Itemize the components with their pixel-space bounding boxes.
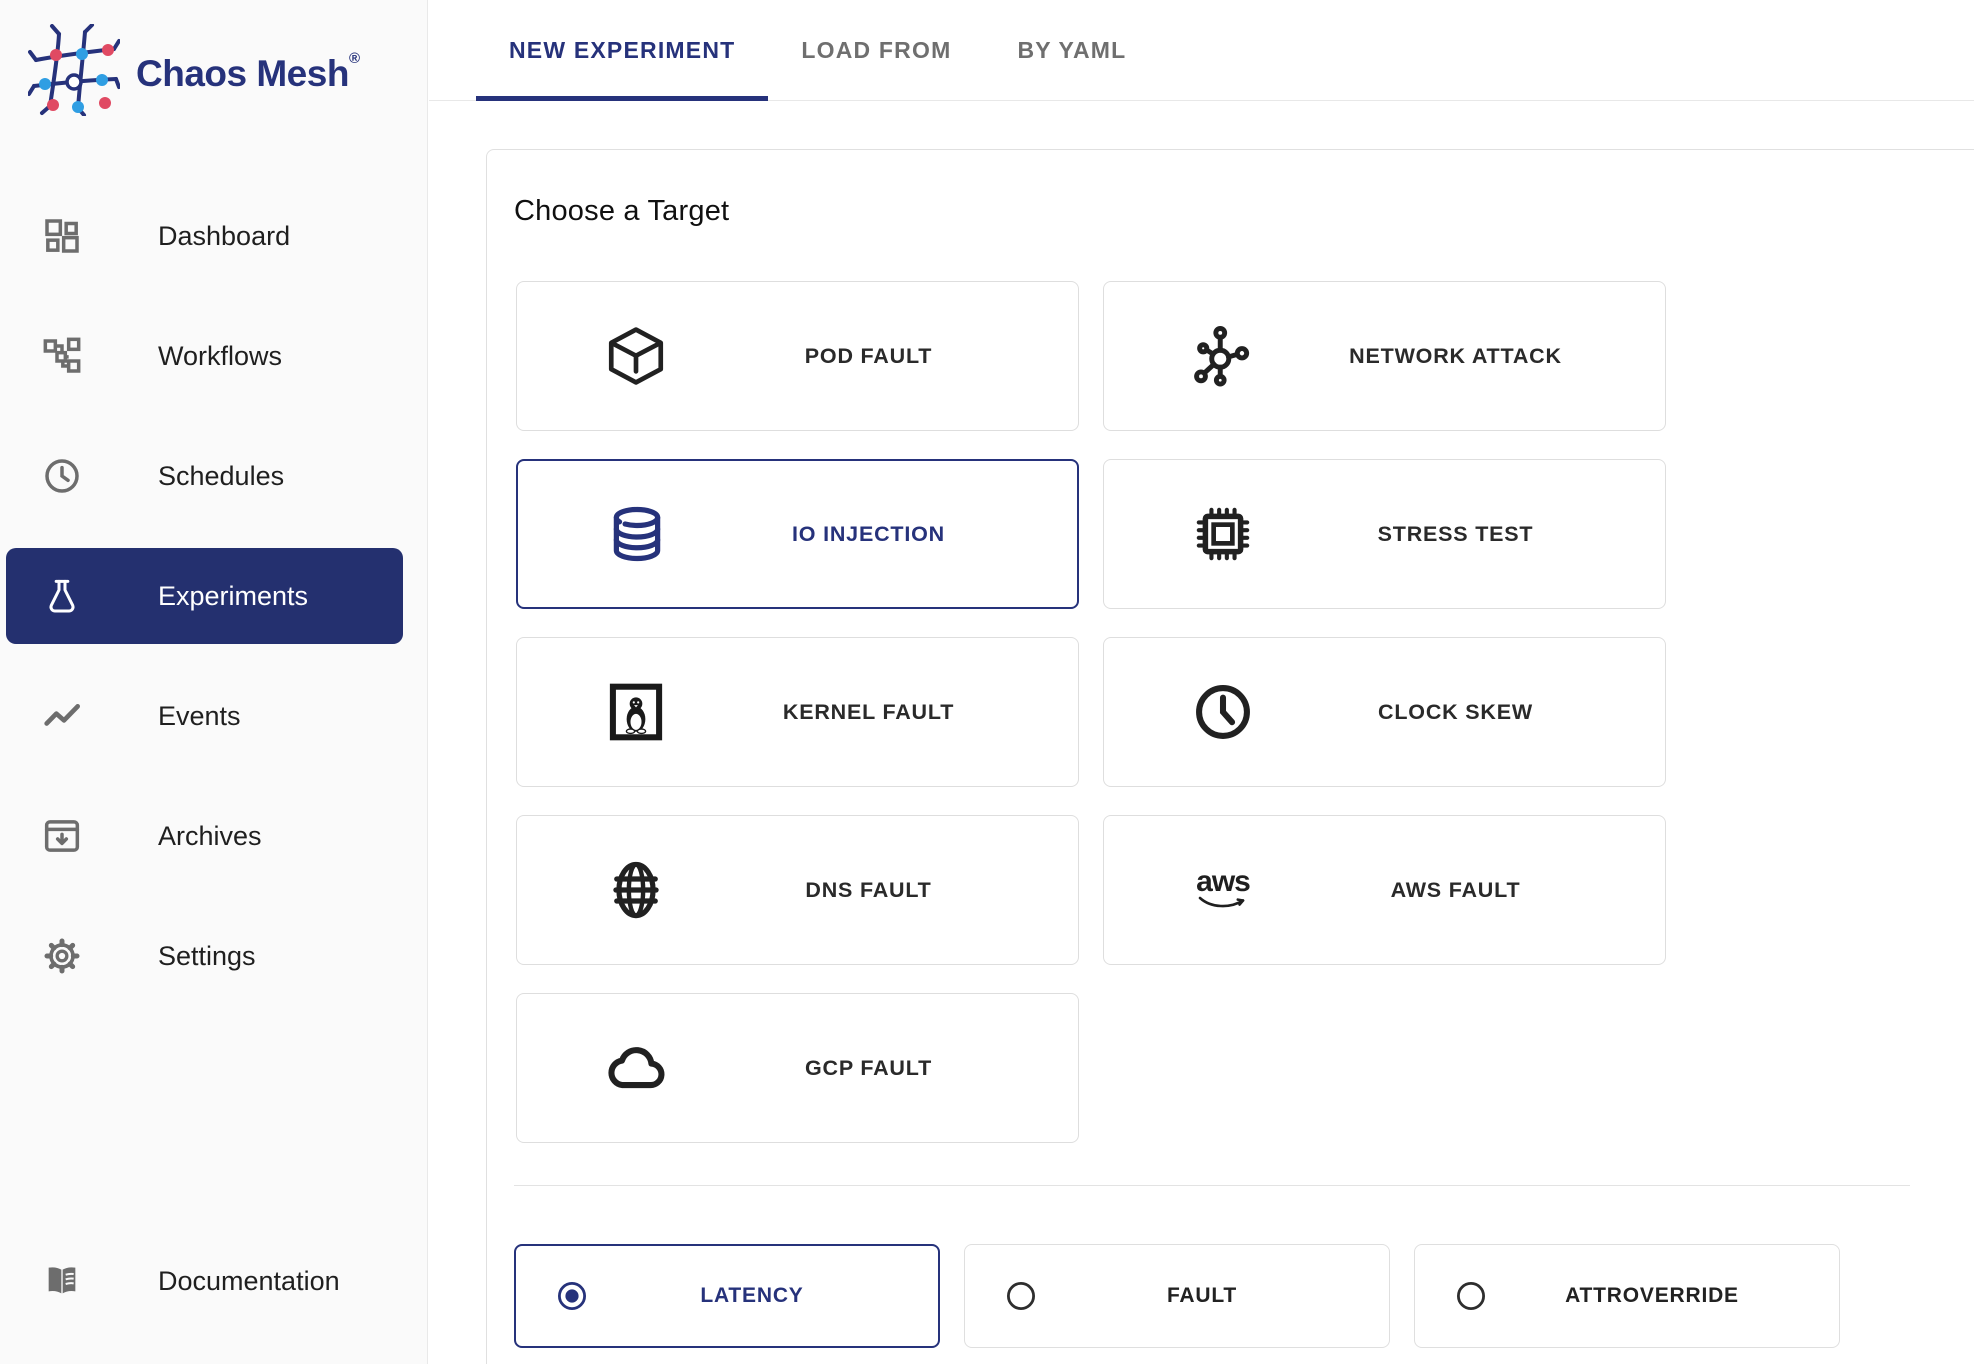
- sidebar-item-label: Schedules: [158, 460, 285, 491]
- network-nodes-icon: [1188, 323, 1258, 389]
- sidebar-item-dashboard[interactable]: Dashboard: [0, 176, 427, 296]
- cloud-icon: [601, 1035, 671, 1101]
- target-label: DNS FAULT: [805, 877, 932, 902]
- action-attroverride[interactable]: ATTROVERRIDE: [1414, 1244, 1840, 1348]
- tab-by-yaml[interactable]: BY YAML: [984, 0, 1159, 100]
- clock-icon: [42, 456, 86, 496]
- sidebar-item-label: Events: [158, 700, 241, 731]
- clock-icon: [1188, 679, 1258, 745]
- action-label: ATTROVERRIDE: [1565, 1284, 1739, 1307]
- sidebar-item-label: Dashboard: [158, 220, 291, 251]
- target-stress-test[interactable]: STRESS TEST: [1103, 459, 1666, 609]
- book-icon: [42, 1261, 86, 1301]
- target-label: AWS FAULT: [1390, 877, 1521, 902]
- sidebar-item-label: Archives: [158, 820, 262, 851]
- sidebar-item-workflows[interactable]: Workflows: [0, 296, 427, 416]
- workflows-icon: [42, 336, 86, 376]
- sidebar: Chaos Mesh® Dashboard Workflows Schedule…: [0, 0, 428, 1364]
- brand-name: Chaos Mesh®: [136, 50, 360, 94]
- database-icon: [602, 501, 672, 567]
- radio-unselected-icon[interactable]: [1003, 1278, 1039, 1314]
- radio-selected-icon[interactable]: [554, 1278, 590, 1314]
- dashboard-icon: [42, 216, 86, 256]
- gear-icon: [42, 936, 86, 976]
- tab-new-experiment[interactable]: NEW EXPERIMENT: [476, 0, 769, 101]
- sidebar-item-label: Settings: [158, 940, 256, 971]
- sidebar-item-experiments[interactable]: Experiments: [6, 548, 403, 644]
- linux-penguin-icon: [601, 679, 671, 745]
- app-logo[interactable]: Chaos Mesh®: [0, 0, 427, 121]
- aws-logo-icon: aws: [1188, 865, 1258, 911]
- radio-unselected-icon[interactable]: [1453, 1278, 1489, 1314]
- sidebar-item-settings[interactable]: Settings: [0, 896, 427, 1016]
- aws-logo-text: aws: [1196, 865, 1251, 898]
- sidebar-item-label: Documentation: [158, 1265, 340, 1296]
- action-latency[interactable]: LATENCY: [514, 1244, 940, 1348]
- globe-icon: [601, 857, 671, 923]
- section-divider: [514, 1185, 1910, 1186]
- chip-icon: [1188, 501, 1258, 567]
- target-label: STRESS TEST: [1377, 521, 1534, 546]
- target-pod-fault[interactable]: POD FAULT: [516, 281, 1079, 431]
- target-label: GCP FAULT: [804, 1055, 933, 1080]
- main-content: NEW EXPERIMENT LOAD FROM BY YAML Choose …: [429, 0, 1974, 1364]
- choose-target-card: Choose a Target POD FAULT NETWORK ATTACK…: [486, 149, 1974, 1364]
- action-label: LATENCY: [700, 1284, 804, 1307]
- chaos-mesh-logo-icon: [27, 23, 121, 121]
- registered-mark: ®: [348, 50, 360, 67]
- target-label: POD FAULT: [804, 343, 933, 368]
- sidebar-item-archives[interactable]: Archives: [0, 776, 427, 896]
- target-label: NETWORK ATTACK: [1349, 343, 1562, 368]
- sidebar-item-label: Experiments: [158, 580, 309, 611]
- sidebar-item-schedules[interactable]: Schedules: [0, 416, 427, 536]
- action-label: FAULT: [1166, 1284, 1238, 1307]
- trend-line-icon: [42, 696, 86, 736]
- cube-icon: [601, 323, 671, 389]
- sidebar-nav: Dashboard Workflows Schedules Experiment…: [0, 176, 427, 1016]
- action-fault[interactable]: FAULT: [964, 1244, 1390, 1348]
- flask-icon: [42, 576, 86, 616]
- target-network-attack[interactable]: NETWORK ATTACK: [1103, 281, 1666, 431]
- tab-load-from[interactable]: LOAD FROM: [768, 0, 984, 100]
- archive-icon: [42, 816, 86, 856]
- target-io-injection[interactable]: IO INJECTION: [516, 459, 1079, 609]
- action-radio-group: LATENCY FAULT ATTROVERRIDE: [514, 1244, 1974, 1348]
- tab-bar: NEW EXPERIMENT LOAD FROM BY YAML: [429, 0, 1974, 101]
- sidebar-item-label: Workflows: [158, 340, 283, 371]
- target-label: IO INJECTION: [792, 521, 945, 546]
- sidebar-item-events[interactable]: Events: [0, 656, 427, 776]
- target-aws-fault[interactable]: aws AWS FAULT: [1103, 815, 1666, 965]
- target-grid: POD FAULT NETWORK ATTACK IO INJECTION ST…: [516, 281, 1974, 1143]
- target-label: CLOCK SKEW: [1378, 699, 1533, 724]
- sidebar-footer: Documentation: [0, 1221, 427, 1341]
- target-kernel-fault[interactable]: KERNEL FAULT: [516, 637, 1079, 787]
- target-gcp-fault[interactable]: GCP FAULT: [516, 993, 1079, 1143]
- section-title: Choose a Target: [514, 195, 730, 227]
- target-label: KERNEL FAULT: [782, 699, 955, 724]
- target-dns-fault[interactable]: DNS FAULT: [516, 815, 1079, 965]
- target-clock-skew[interactable]: CLOCK SKEW: [1103, 637, 1666, 787]
- sidebar-item-documentation[interactable]: Documentation: [0, 1221, 427, 1341]
